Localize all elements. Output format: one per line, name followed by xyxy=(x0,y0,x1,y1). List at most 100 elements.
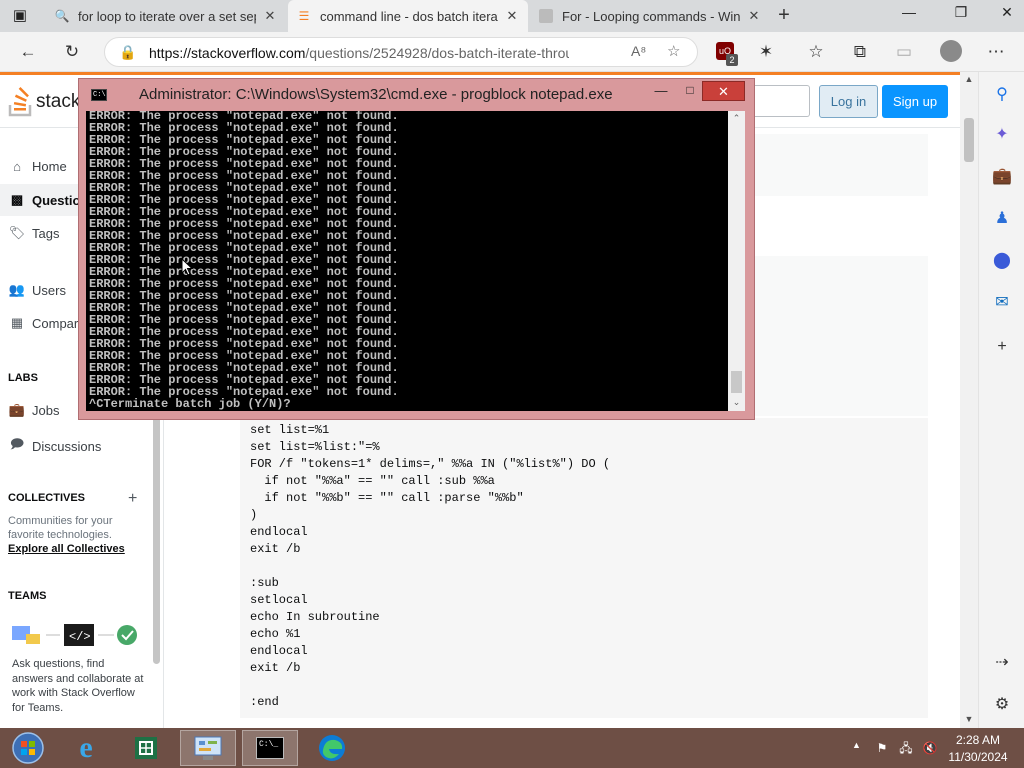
tab-looping-commands[interactable]: For - Looping commands - Wind ✕ xyxy=(530,0,770,32)
profile-avatar[interactable] xyxy=(940,40,962,62)
url-text[interactable]: https://stackoverflow.com/questions/2524… xyxy=(149,45,569,61)
minimize-icon[interactable]: — xyxy=(892,0,926,28)
signup-button[interactable]: Sign up xyxy=(882,85,948,118)
nav-users[interactable]: 👥 Users xyxy=(8,282,66,298)
extensions-icon[interactable]: ✶ xyxy=(754,40,778,64)
cmd-scroll-down-icon[interactable]: ⌄ xyxy=(728,397,745,408)
windows-start-icon xyxy=(12,732,44,764)
cmd-close-button[interactable]: ✕ xyxy=(702,81,745,101)
questions-icon: ▩ xyxy=(10,192,24,207)
lock-icon: 🔒 xyxy=(119,44,137,60)
hide-sidebar-icon[interactable]: ⇢ xyxy=(991,652,1013,674)
more-menu-icon[interactable]: ⋯ xyxy=(984,40,1008,64)
add-favorite-icon[interactable]: ☆ xyxy=(667,42,680,60)
read-aloud-icon[interactable]: A⁸ xyxy=(631,43,646,59)
windows-taskbar: e C:\_ ▲ ⚑ 🖧 🔇 2:28 AM 11/30/2024 xyxy=(0,728,1024,768)
volume-muted-icon[interactable]: 🔇 xyxy=(922,740,938,756)
tab-close-icon[interactable]: ✕ xyxy=(504,8,520,24)
search-icon[interactable]: ⚲ xyxy=(991,84,1013,106)
users-icon: 👥 xyxy=(8,282,26,297)
cmd-scroll-thumb[interactable] xyxy=(731,371,742,393)
tab-stackoverflow[interactable]: ☰ command line - dos batch iterat ✕ xyxy=(288,0,528,32)
nav-tags[interactable]: 🏷 Tags xyxy=(8,225,60,241)
tag-icon: 🏷 xyxy=(8,225,26,240)
copilot-icon[interactable]: ✦ xyxy=(991,124,1013,146)
back-arrow-icon[interactable]: ← xyxy=(16,40,40,64)
games-icon[interactable]: ♟ xyxy=(991,208,1013,230)
cmd-maximize-icon[interactable]: □ xyxy=(680,83,700,101)
new-tab-button[interactable]: + xyxy=(772,4,796,28)
labs-header: LABS xyxy=(8,372,38,384)
nav-tags-label: Tags xyxy=(32,225,60,241)
add-sidebar-app-icon[interactable]: + xyxy=(991,336,1013,358)
cmd-scroll-up-icon[interactable]: ⌃ xyxy=(728,113,745,124)
internet-explorer-button[interactable]: e xyxy=(58,730,114,766)
scroll-up-arrow-icon[interactable]: ▲ xyxy=(960,74,978,84)
action-center-flag-icon[interactable]: ⚑ xyxy=(874,740,890,756)
edge-sidebar: ⚲ ✦ 💼 ♟ ⬤ ✉ + ⇢ ⚙ xyxy=(978,72,1024,728)
tab-search[interactable]: 🔍 for loop to iterate over a set sep ✕ xyxy=(46,0,286,32)
cmd-window[interactable]: C:\ Administrator: C:\Windows\System32\c… xyxy=(78,78,755,420)
teams-description: Ask questions, find answers and collabor… xyxy=(12,658,144,714)
nav-jobs-label: Jobs xyxy=(32,402,60,418)
cmd-taskbar-icon: C:\_ xyxy=(256,737,284,759)
cmd-taskbar-button[interactable]: C:\_ xyxy=(242,730,298,766)
browser-essentials-icon[interactable]: ▭ xyxy=(892,40,916,64)
page-scroll-thumb[interactable] xyxy=(964,118,974,162)
cmd-minimize-icon[interactable]: — xyxy=(651,83,671,101)
tab-title: for loop to iterate over a set sep xyxy=(78,8,256,24)
excel-button[interactable] xyxy=(118,730,174,766)
clock-date[interactable]: 11/30/2024 xyxy=(946,750,1010,764)
stackoverflow-logo-icon[interactable] xyxy=(8,85,34,117)
edge-taskbar-button[interactable] xyxy=(304,730,360,766)
collections-icon[interactable]: ⧉ xyxy=(848,40,872,64)
nav-companies-label: Compar xyxy=(32,315,79,331)
tray-show-hidden-icon[interactable]: ▲ xyxy=(852,740,861,750)
teams-header: TEAMS xyxy=(8,590,47,602)
discussions-icon: 🗩 xyxy=(9,436,25,451)
browser-toolbar: ← ↻ 🔒 https://stackoverflow.com/question… xyxy=(0,32,1024,72)
add-collective-icon[interactable]: + xyxy=(128,490,137,508)
nav-discussions[interactable]: 🗩 Discussions xyxy=(8,435,102,457)
stackoverflow-icon: ☰ xyxy=(298,9,310,23)
page-icon xyxy=(538,8,554,24)
tab-close-icon[interactable]: ✕ xyxy=(262,8,278,24)
tab-actions-icon[interactable]: ▣ xyxy=(10,6,30,26)
scroll-down-arrow-icon[interactable]: ▼ xyxy=(960,714,978,724)
favorites-icon[interactable]: ☆ xyxy=(804,40,828,64)
outlook-icon[interactable]: ✉ xyxy=(991,292,1013,314)
collectives-description: Communities for your favorite technologi… xyxy=(8,515,113,541)
nav-jobs[interactable]: 💼 Jobs xyxy=(8,402,60,418)
briefcase-icon: 💼 xyxy=(8,402,26,417)
tab-title: command line - dos batch iterat xyxy=(320,8,498,24)
network-icon[interactable]: 🖧 xyxy=(898,740,914,756)
tab-close-icon[interactable]: ✕ xyxy=(746,8,762,24)
login-button[interactable]: Log in xyxy=(819,85,878,118)
cmd-app-icon[interactable]: C:\ xyxy=(91,89,107,101)
clock-time[interactable]: 2:28 AM xyxy=(946,733,1010,747)
edge-icon xyxy=(319,735,345,761)
explore-collectives-link[interactable]: Explore all Collectives xyxy=(8,543,125,555)
close-window-icon[interactable]: ✕ xyxy=(990,0,1024,28)
nav-home[interactable]: ⌂ Home xyxy=(8,159,67,174)
nav-users-label: Users xyxy=(32,282,66,298)
refresh-icon[interactable]: ↻ xyxy=(60,40,84,64)
code-text: set list=%1 set list=%list:"=% FOR /f "t… xyxy=(250,423,611,709)
settings-gear-icon[interactable]: ⚙ xyxy=(991,694,1013,716)
microsoft365-icon[interactable]: ⬤ xyxy=(991,250,1013,272)
nav-questions-label: Questio xyxy=(32,192,81,208)
address-bar[interactable]: 🔒 https://stackoverflow.com/questions/25… xyxy=(104,37,698,67)
browser-tab-bar: ▣ 🔍 for loop to iterate over a set sep ✕… xyxy=(0,0,1024,32)
control-panel-icon xyxy=(194,736,222,760)
shopping-icon[interactable]: 💼 xyxy=(991,166,1013,188)
cmd-scrollbar[interactable] xyxy=(728,111,745,411)
start-button[interactable] xyxy=(0,730,56,766)
nav-companies[interactable]: ▦ Compar xyxy=(8,315,78,331)
home-icon: ⌂ xyxy=(13,159,21,174)
control-panel-button[interactable] xyxy=(180,730,236,766)
internet-explorer-icon: e xyxy=(79,731,93,764)
page-scrollbar[interactable] xyxy=(960,72,978,728)
restore-icon[interactable]: ❐ xyxy=(944,0,978,28)
so-logo-text[interactable]: stack xyxy=(36,91,80,113)
mouse-cursor-icon xyxy=(181,258,193,276)
